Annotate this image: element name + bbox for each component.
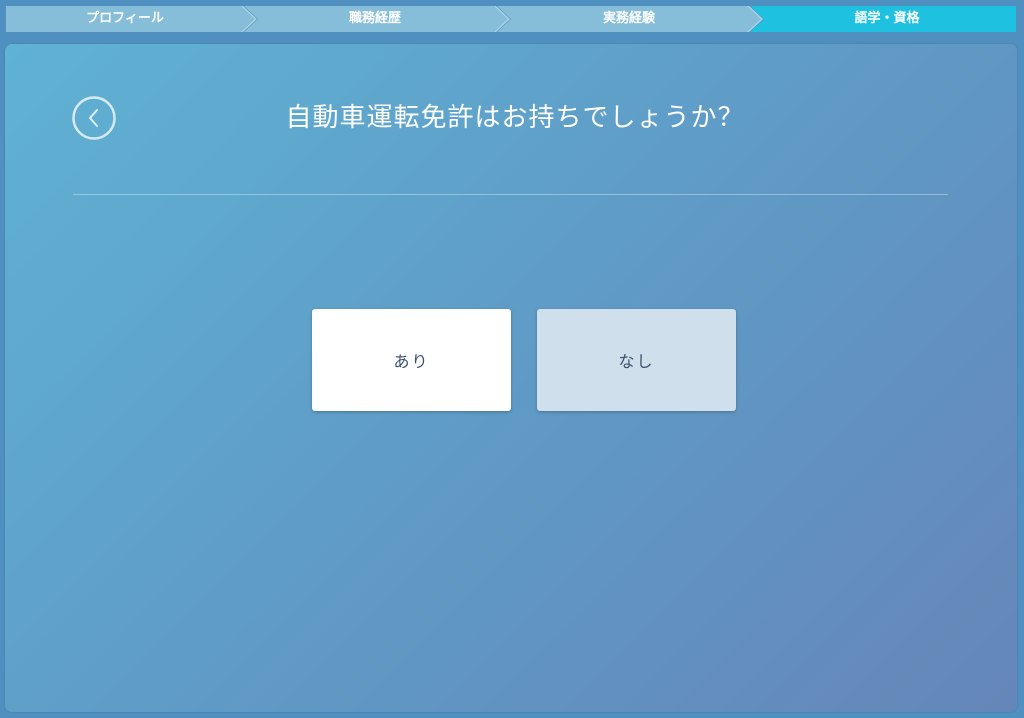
step-label-work-history: 職務経歴 [348, 11, 401, 26]
option-no-button[interactable]: なし [537, 309, 736, 411]
question-card: 自動車運転免許はお持ちでしょうか？ あり なし [5, 44, 1017, 712]
step-label-language-qualification: 語学・資格 [854, 11, 920, 26]
progress-stepper: プロフィール 職務経歴 実務経験 語学・資格 [6, 6, 1016, 32]
question-title: 自動車運転免許はお持ちでしょうか？ [285, 103, 745, 133]
option-yes-label: あり [393, 352, 430, 371]
option-no-label: なし [618, 352, 655, 371]
divider [73, 194, 948, 195]
option-yes-button[interactable]: あり [312, 309, 511, 411]
step-label-experience: 実務経験 [602, 11, 655, 26]
step-label-profile: プロフィール [86, 11, 164, 26]
